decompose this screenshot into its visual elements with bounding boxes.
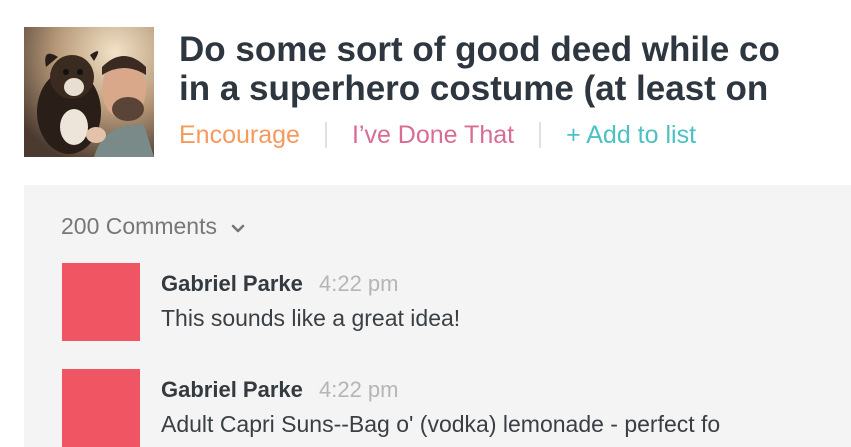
comments-toggle[interactable]: 200 Comments — [61, 213, 245, 240]
comment-meta: Gabriel Parke 4:22 pm — [161, 271, 399, 297]
comment-text: Adult Capri Suns--Bag o' (vodka) lemonad… — [161, 411, 721, 437]
encourage-button[interactable]: Encourage — [179, 121, 300, 150]
post-actions: Encourage I’ve Done That + Add to list — [179, 118, 696, 152]
comment-item: Gabriel Parke 4:22 pm This sounds like a… — [62, 263, 842, 343]
post-title: Do some sort of good deed while co in a … — [179, 30, 851, 108]
comments-count: 200 Comments — [61, 213, 217, 239]
photo-image — [24, 27, 154, 157]
action-divider — [324, 122, 327, 148]
avatar[interactable] — [62, 263, 140, 341]
post-title-line-1: Do some sort of good deed while co — [179, 30, 780, 69]
comments-section: 200 Comments Gabriel Parke 4:22 pm This … — [24, 185, 851, 447]
comment-item: Gabriel Parke 4:22 pm Adult Capri Suns--… — [62, 369, 842, 447]
action-divider — [539, 122, 542, 148]
add-to-list-button[interactable]: + Add to list — [566, 121, 696, 150]
comment-meta: Gabriel Parke 4:22 pm — [161, 377, 399, 403]
comment-time: 4:22 pm — [319, 377, 399, 402]
post-author-photo[interactable] — [24, 27, 154, 157]
page: Do some sort of good deed while co in a … — [0, 0, 851, 447]
post-title-line-2: in a superhero costume (at least on — [179, 69, 769, 108]
chevron-down-icon — [231, 213, 245, 240]
comment-time: 4:22 pm — [319, 271, 399, 296]
ive-done-that-button[interactable]: I’ve Done That — [352, 121, 514, 150]
comment-text: This sounds like a great idea! — [161, 305, 461, 331]
post-header: Do some sort of good deed while co in a … — [0, 0, 851, 185]
comment-author[interactable]: Gabriel Parke — [161, 271, 303, 296]
avatar[interactable] — [62, 369, 140, 447]
comment-author[interactable]: Gabriel Parke — [161, 377, 303, 402]
